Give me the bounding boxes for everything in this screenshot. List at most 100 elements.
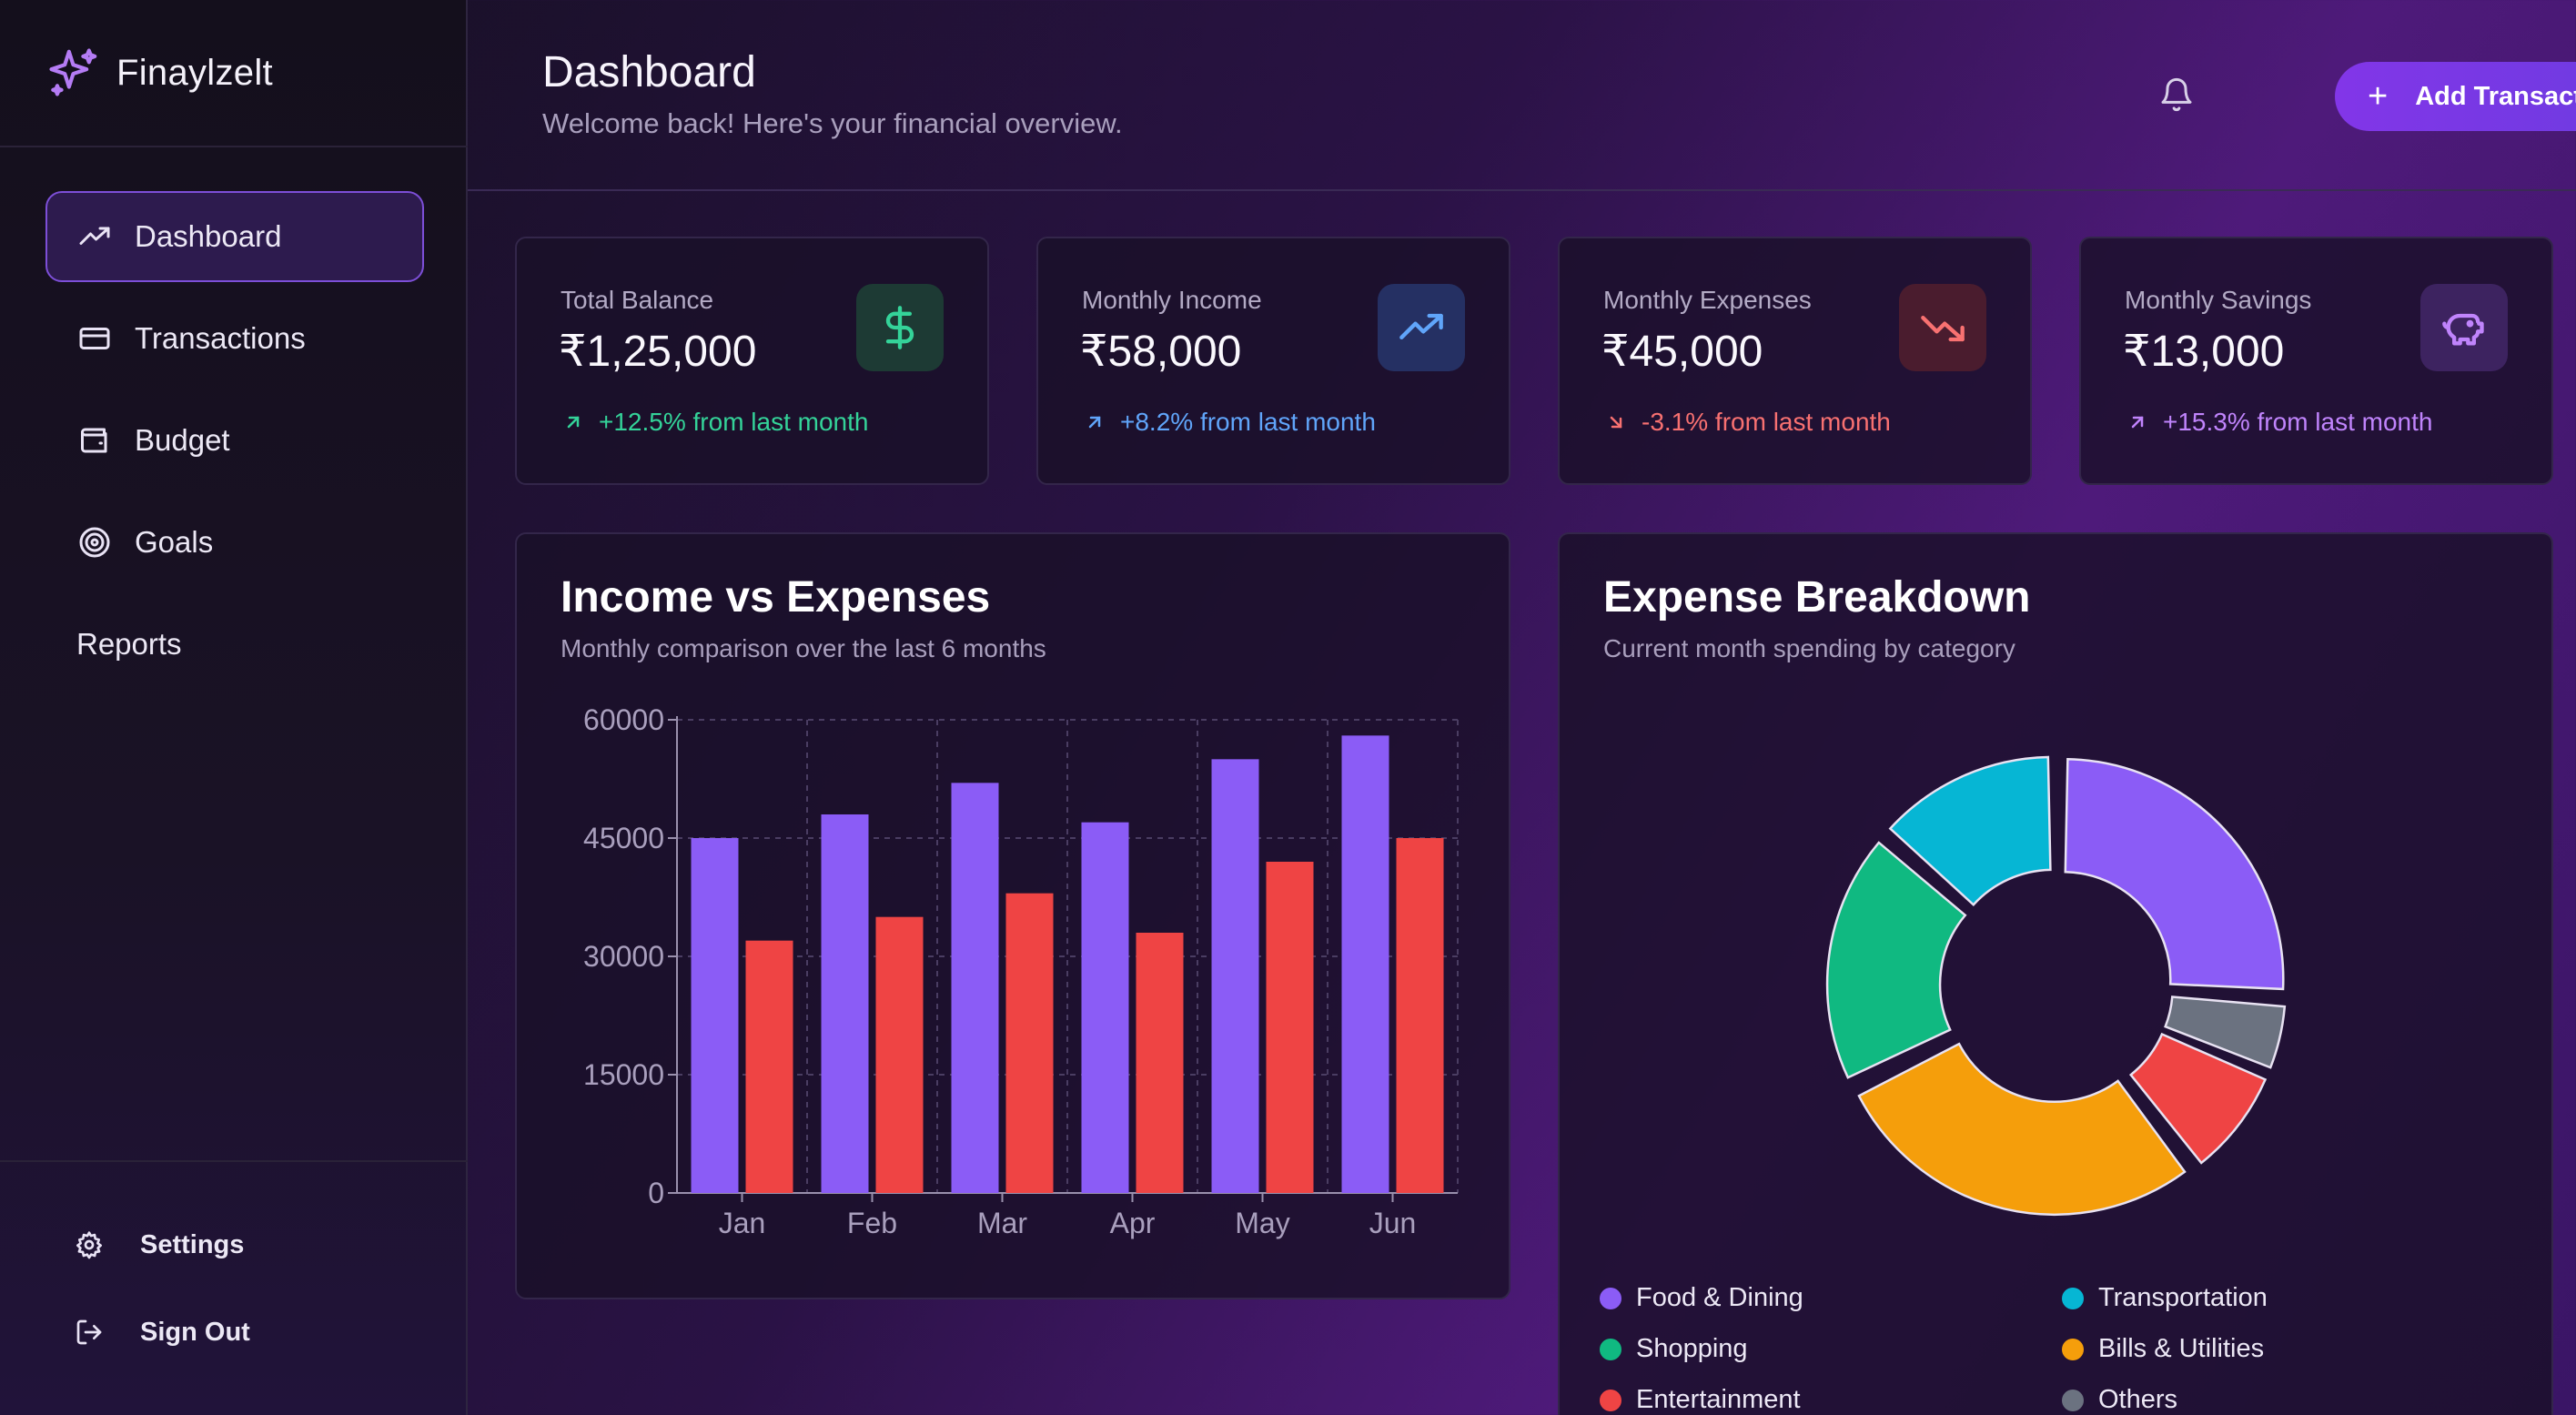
wallet-icon xyxy=(76,422,113,459)
stat-card-monthly-income: Monthly Income ₹58,000 +8.2% from last m… xyxy=(1036,237,1510,485)
bar-income[interactable] xyxy=(1081,822,1129,1193)
divider xyxy=(0,1160,468,1162)
legend-label: Bills & Utilities xyxy=(2098,1334,2265,1363)
arrow-up-right-icon xyxy=(567,416,580,429)
legend-item[interactable]: Bills & Utilities xyxy=(2062,1334,2264,1364)
legend-item[interactable]: Shopping xyxy=(1600,1334,1748,1364)
stat-value: ₹1,25,000 xyxy=(559,328,757,376)
legend-label: Others xyxy=(2098,1385,2178,1414)
stat-card-monthly-savings: Monthly Savings ₹13,000 +15.3% from last… xyxy=(2079,237,2553,485)
bar-expense[interactable] xyxy=(875,916,924,1193)
arrow-up-right-icon xyxy=(1088,416,1101,429)
x-tick-label: Apr xyxy=(1110,1207,1156,1239)
legend-label: Entertainment xyxy=(1636,1385,1801,1414)
stat-card-total-balance: Total Balance ₹1,25,000 +12.5% from last… xyxy=(515,237,989,485)
bar-chart: 0 15000 30000 45000 60000 Jan Feb Mar Apr May Jun xyxy=(583,703,1459,1239)
y-tick-label: 15000 xyxy=(583,1058,664,1091)
x-tick-label: Feb xyxy=(847,1207,897,1239)
sidebar-item-goals[interactable]: Goals xyxy=(45,497,424,588)
dollar-icon xyxy=(856,284,944,371)
sidebar-nav: Dashboard Transactions Budget Goals Repo… xyxy=(45,191,424,701)
bar-income[interactable] xyxy=(951,783,999,1193)
brand[interactable]: Finaylzelt xyxy=(45,44,273,102)
stat-change: +12.5% from last month xyxy=(562,408,868,437)
arrow-up-right-icon xyxy=(2131,416,2144,429)
stat-change: +15.3% from last month xyxy=(2126,408,2432,437)
brand-name: Finaylzelt xyxy=(116,52,273,93)
sidebar-item-label: Budget xyxy=(135,423,230,457)
stat-label: Monthly Expenses xyxy=(1603,286,1812,314)
bar-income[interactable] xyxy=(821,814,869,1193)
stat-change-text: +8.2% from last month xyxy=(1120,408,1376,436)
stat-value: ₹45,000 xyxy=(1601,328,1763,376)
legend-label: Shopping xyxy=(1636,1334,1748,1363)
stat-card-monthly-expenses: Monthly Expenses ₹45,000 -3.1% from last… xyxy=(1558,237,2032,485)
sidebar-footer: Settings Sign Out xyxy=(75,1201,250,1376)
stat-change-text: -3.1% from last month xyxy=(1642,408,1891,436)
y-tick-label: 0 xyxy=(648,1177,664,1209)
sidebar-item-label: Dashboard xyxy=(135,219,282,253)
bar-expense[interactable] xyxy=(1396,838,1444,1193)
gear-icon xyxy=(76,1231,102,1259)
trending-up-icon xyxy=(76,218,113,255)
y-tick-label: 60000 xyxy=(583,703,664,736)
add-transaction-label: Add Transaction xyxy=(2415,81,2576,111)
bell-icon[interactable] xyxy=(2158,76,2195,113)
settings-button[interactable]: Settings xyxy=(75,1201,250,1289)
plus-icon: + xyxy=(2368,77,2389,116)
trending-up-icon xyxy=(1378,284,1465,371)
x-tick-label: Mar xyxy=(977,1207,1027,1239)
sidebar: Finaylzelt Dashboard Transactions Budget… xyxy=(0,0,468,1415)
stat-change-text: +12.5% from last month xyxy=(599,408,869,436)
add-transaction-button[interactable]: + Add Transaction xyxy=(2335,62,2576,131)
legend-item[interactable]: Transportation xyxy=(2062,1283,2268,1313)
stat-label: Total Balance xyxy=(561,286,714,314)
donut-chart xyxy=(1825,755,2287,1216)
donut-slice[interactable] xyxy=(2064,757,2285,991)
sidebar-item-label: Reports xyxy=(76,627,182,661)
bar-income[interactable] xyxy=(1211,759,1259,1193)
stat-change: -3.1% from last month xyxy=(1605,408,1891,437)
sidebar-item-transactions[interactable]: Transactions xyxy=(45,293,424,384)
bar-expense[interactable] xyxy=(745,940,793,1193)
income-vs-expenses-panel: Income vs Expenses Monthly comparison ov… xyxy=(515,532,1510,1299)
stat-change-text: +15.3% from last month xyxy=(2163,408,2433,436)
legend-swatch xyxy=(1600,1287,1621,1309)
legend-label: Transportation xyxy=(2098,1283,2268,1312)
legend-swatch xyxy=(1600,1389,1621,1411)
app-root: Finaylzelt Dashboard Transactions Budget… xyxy=(0,0,2576,1415)
sidebar-item-dashboard[interactable]: Dashboard xyxy=(45,191,424,282)
legend-item[interactable]: Food & Dining xyxy=(1600,1283,1803,1313)
sidebar-item-label: Goals xyxy=(135,525,214,559)
log-out-icon xyxy=(76,1319,102,1345)
bar-expense[interactable] xyxy=(1266,862,1314,1193)
bar-income[interactable] xyxy=(1341,735,1389,1193)
stat-change: +8.2% from last month xyxy=(1084,408,1376,437)
trending-down-icon xyxy=(1899,284,1986,371)
bar-income[interactable] xyxy=(691,838,739,1193)
divider xyxy=(0,146,468,147)
sparkles-logo-icon xyxy=(49,48,97,96)
stat-value: ₹13,000 xyxy=(2123,328,2285,376)
legend-item[interactable]: Entertainment xyxy=(1600,1385,1801,1415)
stat-label: Monthly Savings xyxy=(2125,286,2312,314)
legend-swatch xyxy=(2062,1338,2084,1360)
sidebar-item-reports[interactable]: Reports xyxy=(45,599,424,690)
piggy-bank-icon xyxy=(2420,284,2508,371)
sidebar-item-budget[interactable]: Budget xyxy=(45,395,424,486)
x-tick-label: Jan xyxy=(719,1207,766,1239)
y-tick-label: 45000 xyxy=(583,822,664,854)
legend-swatch xyxy=(2062,1389,2084,1411)
bar-expense[interactable] xyxy=(1005,893,1054,1193)
sign-out-label: Sign Out xyxy=(140,1317,250,1347)
legend-item[interactable]: Others xyxy=(2062,1385,2177,1415)
sign-out-button[interactable]: Sign Out xyxy=(75,1289,250,1376)
bar-expense[interactable] xyxy=(1136,933,1184,1193)
legend-swatch xyxy=(1600,1338,1621,1360)
legend-label: Food & Dining xyxy=(1636,1283,1803,1312)
arrow-down-right-icon xyxy=(1610,416,1622,429)
x-tick-label: Jun xyxy=(1369,1207,1417,1239)
sidebar-item-label: Transactions xyxy=(135,321,306,355)
page-title: Dashboard xyxy=(542,48,756,96)
stat-value: ₹58,000 xyxy=(1080,328,1242,376)
